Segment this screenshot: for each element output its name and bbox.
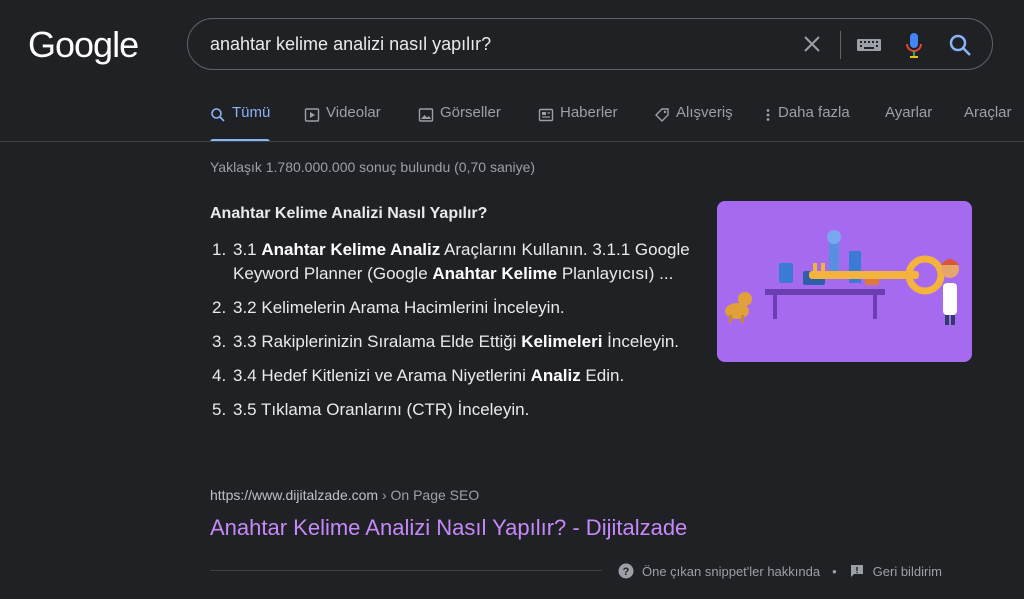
mic-icon[interactable] [903, 31, 925, 59]
list-item: 3. 3.3 Rakiplerinizin Sıralama Elde Etti… [210, 330, 690, 354]
search-tabs: Tümü Videolar Görseller Haberler Alışver… [0, 104, 1024, 142]
search-input[interactable]: anahtar kelime analizi nasıl yapılır? [210, 34, 491, 55]
snippet-bottom-divider [210, 570, 602, 571]
tab-label: Haberler [560, 104, 618, 121]
list-item: 5. 3.5 Tıklama Oranlarını (CTR) İnceleyi… [210, 398, 690, 422]
step-text: İnceleyin. [602, 332, 679, 351]
news-icon [538, 108, 554, 122]
step-text: 3.5 Tıklama Oranlarını (CTR) İnceleyin. [233, 400, 530, 419]
result-title-link[interactable]: Anahtar Kelime Analizi Nasıl Yapılır? - … [210, 515, 687, 541]
list-item: 2. 3.2 Kelimelerin Arama Hacimlerini İnc… [210, 296, 690, 320]
tab-images[interactable]: Görseller [418, 104, 501, 142]
image-icon [418, 108, 434, 122]
result-stats: Yaklaşık 1.780.000.000 sonuç bulundu (0,… [210, 159, 536, 175]
result-url[interactable]: https://www.dijitalzade.com › On Page SE… [210, 487, 479, 503]
feedback-icon [850, 565, 863, 577]
search-submit-icon[interactable] [947, 32, 973, 58]
video-icon [304, 108, 320, 122]
step-text: 3.1 [233, 240, 262, 259]
step-text: 3.3 Rakiplerinizin Sıralama Elde Ettiği [233, 332, 522, 351]
featured-snippet-list: 1. 3.1 Anahtar Kelime Analiz Araçlarını … [210, 238, 690, 432]
help-icon: ? [618, 563, 634, 579]
step-highlight: Kelimeleri [521, 332, 603, 351]
tab-label: Videolar [326, 104, 381, 121]
search-divider [840, 31, 841, 59]
step-highlight: Anahtar Kelime Analiz [261, 240, 441, 259]
list-item: 4. 3.4 Hedef Kitlenizi ve Arama Niyetler… [210, 364, 690, 388]
feedback-link[interactable]: Geri bildirim [849, 563, 942, 579]
key-illustration [725, 230, 959, 325]
list-item: 1. 3.1 Anahtar Kelime Analiz Araçlarını … [210, 238, 690, 286]
about-snippets-label: Öne çıkan snippet'ler hakkında [642, 563, 821, 579]
search-bar[interactable]: anahtar kelime analizi nasıl yapılır? [187, 18, 993, 70]
step-text: 3.2 Kelimelerin Arama Hacimlerini İncele… [233, 298, 565, 317]
tab-settings[interactable]: Ayarlar [885, 104, 932, 142]
tab-videos[interactable]: Videolar [304, 104, 381, 142]
step-highlight: Analiz [530, 366, 581, 385]
tab-tools[interactable]: Araçlar [964, 104, 1012, 142]
tab-shopping[interactable]: Alışveriş [654, 104, 733, 142]
more-vert-icon [766, 109, 770, 121]
step-text: Planlayıcısı) ... [557, 264, 674, 283]
tab-label: Araçlar [964, 104, 1012, 121]
list-number: 5. [212, 400, 227, 419]
snippet-footer: ? Öne çıkan snippet'ler hakkında • Geri … [618, 563, 942, 579]
svg-text:?: ? [623, 566, 630, 578]
featured-snippet-title: Anahtar Kelime Analizi Nasıl Yapılır? [210, 205, 488, 222]
google-logo[interactable]: Google [28, 24, 139, 66]
featured-snippet-image[interactable] [717, 201, 972, 362]
tabs-divider [0, 141, 1024, 142]
tab-label: Alışveriş [676, 104, 733, 121]
tab-more[interactable]: Daha fazla [764, 104, 850, 142]
feedback-label: Geri bildirim [872, 563, 942, 579]
tab-label: Daha fazla [778, 104, 850, 121]
list-number: 4. [212, 366, 227, 385]
result-breadcrumb: › On Page SEO [378, 487, 480, 503]
step-highlight: Anahtar Kelime [432, 264, 558, 283]
tag-icon [655, 108, 669, 122]
list-number: 2. [212, 298, 227, 317]
search-icon [211, 108, 225, 122]
tab-label: Tümü [232, 104, 271, 121]
list-number: 1. [212, 240, 227, 259]
step-text: 3.4 Hedef Kitlenizi ve Arama Niyetlerini [233, 366, 531, 385]
result-domain: https://www.dijitalzade.com [210, 487, 379, 503]
tab-all[interactable]: Tümü [210, 104, 271, 142]
step-text: Edin. [580, 366, 625, 385]
clear-icon[interactable] [800, 32, 824, 56]
list-number: 3. [212, 332, 227, 351]
footer-separator: • [832, 563, 837, 579]
tab-label: Görseller [440, 104, 501, 121]
tab-label: Ayarlar [885, 104, 933, 121]
tab-news[interactable]: Haberler [538, 104, 618, 142]
keyboard-icon[interactable] [856, 36, 882, 54]
about-snippets-link[interactable]: ? Öne çıkan snippet'ler hakkında [618, 563, 820, 579]
